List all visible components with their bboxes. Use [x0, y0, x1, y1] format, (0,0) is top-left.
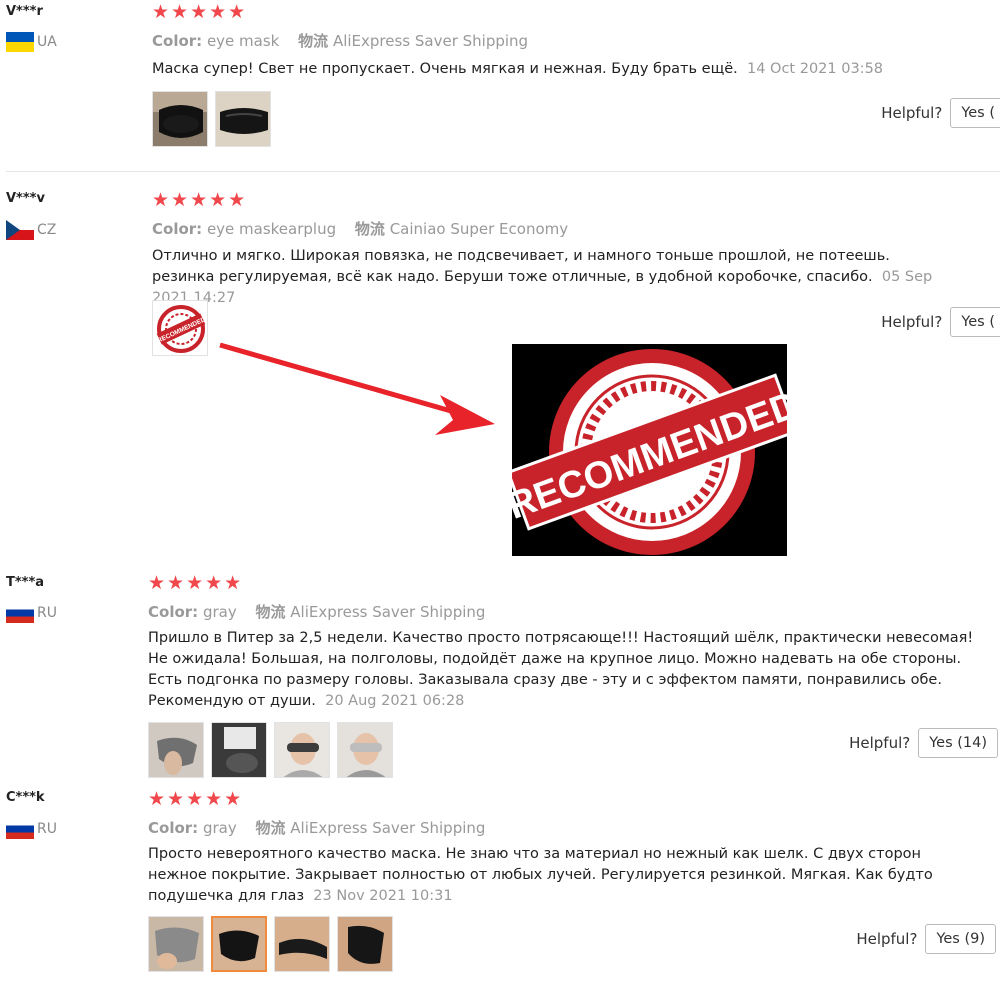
- helpful-yes-button[interactable]: Yes (: [950, 98, 1000, 128]
- recommended-stamp-thumbnail[interactable]: RECOMMENDED: [152, 300, 208, 356]
- review-text: Просто невероятного качество маска. Не з…: [148, 846, 933, 904]
- review-photos: [152, 91, 271, 147]
- review-photo-thumbnail[interactable]: [337, 722, 393, 778]
- rating-stars: ★★★★★: [148, 788, 244, 810]
- color-label: Color:: [148, 603, 199, 621]
- ru-flag-icon: [6, 819, 34, 839]
- logistics-label: 物流: [354, 220, 385, 238]
- review-date: 14 Oct 2021 03:58: [746, 61, 884, 77]
- review-text: Пришло в Питер за 2,5 недели. Качество п…: [148, 630, 974, 709]
- review-meta: Color: gray 物流 AliExpress Saver Shipping: [148, 817, 485, 838]
- color-label: Color:: [152, 32, 203, 50]
- review-photo-thumbnail[interactable]: [148, 916, 204, 972]
- reviewer-country: RU: [6, 603, 57, 623]
- reviewer-country: CZ: [6, 220, 56, 240]
- color-label: Color:: [148, 819, 199, 837]
- country-code: CZ: [37, 222, 57, 238]
- reviewer-name: T***a: [6, 575, 45, 590]
- review-photos: RECOMMENDED: [152, 300, 208, 356]
- review-date: 23 Nov 2021 10:31: [313, 888, 453, 904]
- review-photo-thumbnail[interactable]: [215, 91, 271, 147]
- reviewer-country: RU: [6, 819, 57, 839]
- reviewer-name: C***k: [6, 790, 45, 805]
- country-code: RU: [37, 821, 57, 837]
- color-value: gray: [202, 603, 237, 621]
- helpful-vote: Helpful? Yes (: [881, 98, 1000, 128]
- review-photo-thumbnail[interactable]: [211, 722, 267, 778]
- country-code: RU: [37, 605, 57, 621]
- review-text-block: Отлично и мягко. Широкая повязка, не под…: [152, 246, 952, 309]
- country-code: UA: [37, 34, 57, 50]
- rating-stars: ★★★★★: [152, 189, 248, 211]
- review-text: Маска супер! Свет не пропускает. Очень м…: [152, 61, 738, 77]
- review-photos: [148, 722, 393, 778]
- review-photo-thumbnail[interactable]: [274, 916, 330, 972]
- color-value: eye maskearplug: [206, 220, 337, 238]
- helpful-label: Helpful?: [881, 104, 943, 122]
- ua-flag-icon: [6, 32, 34, 52]
- color-label: Color:: [152, 220, 203, 238]
- review-photo-thumbnail[interactable]: [337, 916, 393, 972]
- helpful-label: Helpful?: [881, 313, 943, 331]
- helpful-yes-button[interactable]: Yes (: [950, 307, 1000, 337]
- review-photo-thumbnail-selected[interactable]: [211, 916, 267, 972]
- color-value: eye mask: [206, 32, 280, 50]
- review-photos: [148, 916, 393, 972]
- color-value: gray: [202, 819, 237, 837]
- helpful-vote: Helpful? Yes (: [881, 307, 1000, 337]
- ru-flag-icon: [6, 603, 34, 623]
- review-text-block: Пришло в Питер за 2,5 недели. Качество п…: [148, 628, 978, 712]
- arrow-icon: [219, 342, 495, 435]
- review-divider: [6, 171, 1000, 172]
- cz-flag-icon: [6, 220, 34, 240]
- review-text-block: Маска супер! Свет не пропускает. Очень м…: [152, 59, 932, 80]
- helpful-yes-button[interactable]: Yes (9): [925, 924, 996, 954]
- rating-stars: ★★★★★: [152, 1, 248, 23]
- review-photo-thumbnail[interactable]: [274, 722, 330, 778]
- reviewer-country: UA: [6, 32, 57, 52]
- logistics-label: 物流: [298, 32, 329, 50]
- review-date: 20 Aug 2021 06:28: [325, 693, 465, 709]
- helpful-vote: Helpful? Yes (14): [849, 728, 998, 758]
- reviewer-name: V***v: [6, 191, 45, 206]
- rating-stars: ★★★★★: [148, 572, 244, 594]
- logistics-label: 物流: [255, 603, 286, 621]
- review-meta: Color: eye maskearplug 物流 Cainiao Super …: [152, 218, 568, 239]
- shipping-method: AliExpress Saver Shipping: [290, 603, 486, 621]
- recommended-stamp-enlarged: RECOMMENDED: [502, 344, 804, 556]
- review-photo-thumbnail[interactable]: [152, 91, 208, 147]
- review-text: Отлично и мягко. Широкая повязка, не под…: [152, 248, 890, 285]
- helpful-label: Helpful?: [849, 734, 911, 752]
- review-photo-thumbnail[interactable]: [148, 722, 204, 778]
- logistics-label: 物流: [255, 819, 286, 837]
- helpful-label: Helpful?: [856, 930, 918, 948]
- review-text-block: Просто невероятного качество маска. Не з…: [148, 844, 978, 907]
- shipping-method: Cainiao Super Economy: [389, 220, 569, 238]
- review-meta: Color: eye mask 物流 AliExpress Saver Ship…: [152, 30, 528, 51]
- review-meta: Color: gray 物流 AliExpress Saver Shipping: [148, 601, 485, 622]
- shipping-method: AliExpress Saver Shipping: [332, 32, 529, 50]
- reviewer-name: V***r: [6, 4, 43, 19]
- helpful-vote: Helpful? Yes (9): [856, 924, 996, 954]
- helpful-yes-button[interactable]: Yes (14): [918, 728, 998, 758]
- shipping-method: AliExpress Saver Shipping: [290, 819, 486, 837]
